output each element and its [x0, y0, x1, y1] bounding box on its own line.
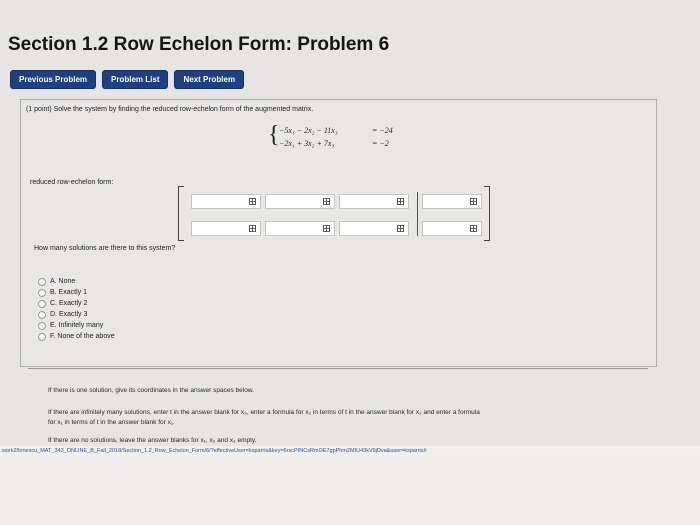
matrix-editor-icon[interactable]: [397, 198, 404, 205]
solution-options: A. None B. Exactly 1 C. Exactly 2 D. Exa…: [38, 276, 115, 342]
page-title: Section 1.2 Row Echelon Form: Problem 6: [8, 34, 390, 55]
option-label: B. Exactly 1: [50, 289, 87, 296]
equation-1-rhs: = −24: [372, 126, 393, 135]
matrix-editor-icon[interactable]: [323, 198, 330, 205]
option-none[interactable]: A. None: [38, 276, 115, 287]
previous-problem-button[interactable]: Previous Problem: [10, 70, 97, 89]
browser-status-bar: work2/lonescu_MAT_343_ONLINE_B_Fall_2018…: [0, 446, 700, 456]
radio-button[interactable]: [38, 310, 46, 319]
matrix-left-bracket: [178, 186, 184, 241]
matrix-cell-r1c4[interactable]: [422, 194, 482, 209]
instruction-infinite-solutions: If there are infinitely many solutions, …: [48, 409, 480, 416]
option-infinitely-many[interactable]: E. Infinitely many: [38, 320, 115, 331]
option-label: A. None: [50, 278, 76, 285]
problem-list-button[interactable]: Problem List: [102, 70, 169, 89]
problem-prompt: (1 point) Solve the system by finding th…: [26, 106, 314, 113]
next-problem-button[interactable]: Next Problem: [174, 70, 245, 89]
option-label: D. Exactly 3: [50, 311, 88, 318]
option-label: F. None of the above: [50, 333, 115, 340]
solutions-question: How many solutions are there to this sys…: [34, 245, 176, 252]
matrix-editor-icon[interactable]: [249, 198, 256, 205]
equation-1-lhs: −5x₁ − 2x₂ − 11x₃: [279, 126, 338, 135]
instruction-one-solution: If there is one solution, give its coord…: [48, 387, 254, 394]
matrix-editor-icon[interactable]: [397, 225, 404, 232]
option-exactly-2[interactable]: C. Exactly 2: [38, 298, 115, 309]
matrix-editor-icon[interactable]: [470, 225, 477, 232]
radio-button[interactable]: [38, 277, 46, 286]
section-divider: [28, 368, 648, 369]
radio-button[interactable]: [38, 288, 46, 297]
lower-page-area: [0, 456, 700, 525]
option-none-of-above[interactable]: F. None of the above: [38, 331, 115, 342]
rref-label: reduced row-echelon form:: [30, 179, 114, 186]
matrix-cell-r2c2[interactable]: [265, 221, 335, 236]
augmented-matrix: [178, 186, 490, 241]
instruction-no-solutions: If there are no solutions, leave the ans…: [48, 437, 257, 444]
webwork-page: Section 1.2 Row Echelon Form: Problem 6 …: [0, 0, 700, 525]
equation-2-lhs: −2x₁ + 3x₂ + 7x₃: [279, 139, 335, 148]
option-exactly-1[interactable]: B. Exactly 1: [38, 287, 115, 298]
matrix-editor-icon[interactable]: [470, 198, 477, 205]
equation-2-rhs: = −2: [372, 139, 389, 148]
radio-button[interactable]: [38, 321, 46, 330]
matrix-editor-icon[interactable]: [249, 225, 256, 232]
matrix-editor-icon[interactable]: [323, 225, 330, 232]
system-brace: {: [268, 122, 280, 148]
matrix-cell-r1c1[interactable]: [191, 194, 261, 209]
radio-button[interactable]: [38, 332, 46, 341]
option-label: E. Infinitely many: [50, 322, 104, 329]
matrix-cell-r1c2[interactable]: [265, 194, 335, 209]
matrix-cell-r1c3[interactable]: [339, 194, 409, 209]
option-exactly-3[interactable]: D. Exactly 3: [38, 309, 115, 320]
instruction-infinite-solutions-cont: for x₁ in terms of t in the answer blank…: [48, 419, 175, 426]
matrix-cell-r2c3[interactable]: [339, 221, 409, 236]
matrix-cell-r2c4[interactable]: [422, 221, 482, 236]
augment-divider: [417, 192, 418, 236]
option-label: C. Exactly 2: [50, 300, 88, 307]
status-url: work2/lonescu_MAT_343_ONLINE_B_Fall_2018…: [2, 448, 427, 454]
matrix-cell-r2c1[interactable]: [191, 221, 261, 236]
problem-navigation: Previous Problem Problem List Next Probl…: [10, 70, 245, 89]
matrix-right-bracket: [484, 186, 490, 241]
radio-button[interactable]: [38, 299, 46, 308]
